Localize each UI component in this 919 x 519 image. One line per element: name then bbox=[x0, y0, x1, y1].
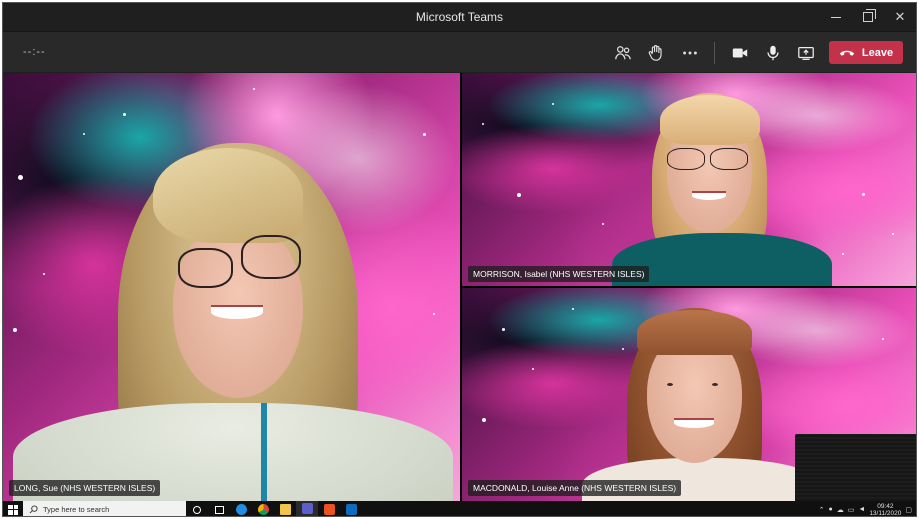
task-view-button[interactable] bbox=[208, 501, 230, 516]
maximize-button[interactable] bbox=[852, 3, 884, 31]
chrome-icon bbox=[257, 504, 269, 515]
participants-icon bbox=[615, 46, 631, 60]
clock-time: 09:42 bbox=[877, 502, 894, 510]
edge-button[interactable] bbox=[230, 501, 252, 516]
minimize-button[interactable] bbox=[820, 3, 852, 31]
office-button[interactable] bbox=[318, 501, 340, 516]
raise-hand-icon bbox=[648, 45, 662, 61]
file-explorer-button[interactable] bbox=[274, 501, 296, 516]
chrome-button[interactable] bbox=[252, 501, 274, 516]
title-bar: Microsoft Teams ✕ bbox=[3, 3, 916, 31]
share-screen-button[interactable] bbox=[793, 40, 819, 66]
more-options-button[interactable] bbox=[677, 40, 703, 66]
minimize-icon bbox=[831, 16, 841, 18]
participant-video-tile[interactable]: MACDONALD, Louise Anne (NHS WESTERN ISLE… bbox=[462, 288, 916, 501]
cloud-icon[interactable]: ☁ bbox=[837, 506, 844, 514]
taskbar-search-box[interactable]: Type here to search bbox=[23, 501, 186, 516]
edge-icon bbox=[235, 504, 247, 515]
task-view-icon bbox=[214, 505, 224, 514]
participant-name-label: MACDONALD, Louise Anne (NHS WESTERN ISLE… bbox=[468, 480, 682, 496]
participant-video-tile[interactable]: MORRISON, Isabel (NHS WESTERN ISLES) bbox=[462, 73, 916, 286]
chevron-up-icon[interactable]: ⌃ bbox=[819, 506, 825, 514]
office-icon bbox=[323, 504, 335, 515]
file-explorer-icon bbox=[279, 504, 291, 515]
outlook-icon bbox=[345, 504, 357, 515]
notifications-icon[interactable]: ▢ bbox=[905, 506, 912, 514]
teams-window: Microsoft Teams ✕ --:-- Leave LONG, Sue … bbox=[2, 2, 917, 517]
volume-icon[interactable]: ◄ bbox=[858, 506, 865, 513]
clock-date: 13/11/2020 bbox=[869, 509, 902, 517]
microphone-icon bbox=[767, 45, 779, 61]
participant-name-label: LONG, Sue (NHS WESTERN ISLES) bbox=[9, 480, 161, 496]
leave-label: Leave bbox=[861, 46, 894, 59]
video-gallery: LONG, Sue (NHS WESTERN ISLES) MORRISON, … bbox=[3, 73, 916, 501]
self-preview-video[interactable] bbox=[795, 434, 916, 501]
share-screen-icon bbox=[798, 46, 814, 60]
windows-logo-icon bbox=[8, 504, 18, 515]
more-options-icon bbox=[683, 51, 697, 55]
toolbar-divider bbox=[714, 42, 715, 64]
system-tray: ⌃ ● ☁ ▭ ◄ 09:42 13/11/2020 ▢ bbox=[819, 501, 916, 517]
cortana-button[interactable] bbox=[186, 501, 208, 516]
meeting-toolbar: --:-- Leave bbox=[3, 31, 916, 72]
participant-name-label: MORRISON, Isabel (NHS WESTERN ISLES) bbox=[468, 266, 650, 282]
teams-taskbar-button[interactable] bbox=[296, 501, 318, 516]
outlook-button[interactable] bbox=[340, 501, 362, 516]
leave-button[interactable]: Leave bbox=[829, 41, 903, 64]
microphone-tray-icon[interactable]: ● bbox=[829, 506, 833, 513]
start-button[interactable] bbox=[3, 501, 23, 516]
network-icon[interactable]: ▭ bbox=[848, 506, 855, 514]
raise-hand-button[interactable] bbox=[643, 40, 669, 66]
show-participants-button[interactable] bbox=[610, 40, 636, 66]
windows-taskbar: Type here to search ⌃ ● ☁ ▭ ◄ 09:42 13/1… bbox=[3, 501, 916, 517]
teams-icon bbox=[301, 503, 313, 514]
restore-icon bbox=[863, 9, 876, 22]
hang-up-icon bbox=[839, 50, 855, 56]
search-placeholder: Type here to search bbox=[43, 505, 110, 514]
participant-video-tile[interactable]: LONG, Sue (NHS WESTERN ISLES) bbox=[3, 73, 460, 501]
taskbar-clock[interactable]: 09:42 13/11/2020 bbox=[869, 503, 901, 517]
camera-button[interactable] bbox=[727, 40, 753, 66]
search-icon bbox=[29, 505, 38, 514]
cortana-icon bbox=[193, 505, 201, 514]
microphone-button[interactable] bbox=[760, 40, 786, 66]
meeting-timer: --:-- bbox=[23, 46, 46, 58]
camera-icon bbox=[732, 48, 748, 58]
close-button[interactable]: ✕ bbox=[884, 3, 916, 31]
window-title: Microsoft Teams bbox=[415, 10, 504, 24]
